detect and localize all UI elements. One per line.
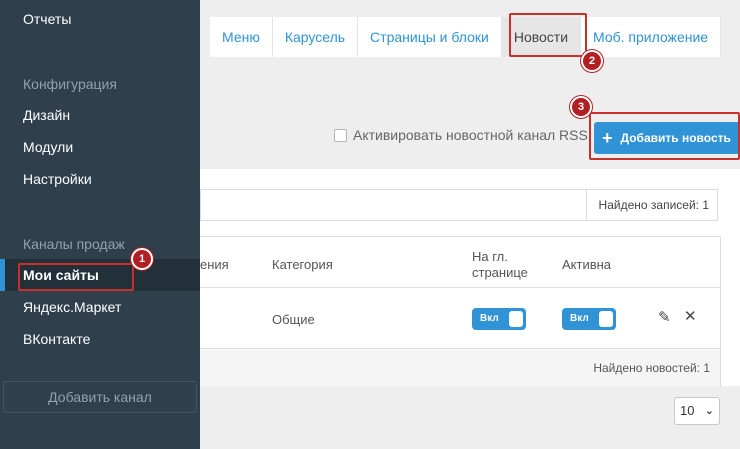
per-page-select[interactable]: 10 ⌄ bbox=[674, 397, 720, 425]
column-header-on-main-line1: На гл. bbox=[472, 249, 508, 264]
step-badge-2: 2 bbox=[581, 50, 603, 72]
column-header-date: ения bbox=[200, 257, 229, 272]
sidebar: Отчеты Конфигурация Дизайн Модули Настро… bbox=[0, 0, 200, 449]
step-badge-1: 1 bbox=[131, 248, 153, 270]
tab-news[interactable]: Новости bbox=[501, 17, 582, 57]
sidebar-item-vkontakte[interactable]: ВКонтакте bbox=[0, 323, 200, 355]
table-header: ения Категория На гл. странице Активна bbox=[200, 237, 720, 288]
table-row[interactable]: Общие Вкл Вкл ✎ ✕ bbox=[200, 288, 720, 349]
tab-menu[interactable]: Меню bbox=[210, 17, 273, 57]
column-header-category: Категория bbox=[272, 257, 333, 272]
column-header-active: Активна bbox=[562, 257, 612, 272]
search-filter-bar: Найдено записей: 1 bbox=[200, 189, 718, 221]
sidebar-item-yandex-market[interactable]: Яндекс.Маркет bbox=[0, 291, 200, 323]
per-page-value: 10 bbox=[680, 403, 695, 418]
sidebar-item-my-sites[interactable]: Мои сайты bbox=[0, 259, 200, 291]
toggle-on-main-page[interactable]: Вкл bbox=[472, 308, 526, 330]
tab-pages-blocks[interactable]: Страницы и блоки bbox=[358, 17, 502, 57]
sidebar-section-configuration: Конфигурация bbox=[23, 76, 117, 92]
found-news-count: Найдено новостей: 1 bbox=[593, 361, 710, 375]
toggle-label: Вкл bbox=[480, 313, 499, 324]
table-footer: Найдено новостей: 1 bbox=[200, 350, 720, 387]
row-category: Общие bbox=[272, 312, 315, 327]
add-channel-button[interactable]: Добавить канал bbox=[3, 381, 197, 413]
news-table: ения Категория На гл. странице Активна О… bbox=[200, 236, 721, 387]
toggle-active[interactable]: Вкл bbox=[562, 308, 616, 330]
chevron-down-icon: ⌄ bbox=[704, 405, 714, 417]
tab-bar: Меню Карусель Страницы и блоки Новости М… bbox=[210, 17, 722, 57]
sidebar-item-modules[interactable]: Модули bbox=[0, 131, 200, 163]
close-icon[interactable]: ✕ bbox=[684, 307, 697, 325]
rss-checkbox[interactable] bbox=[334, 128, 347, 142]
tab-mobile-app[interactable]: Моб. приложение bbox=[581, 17, 722, 57]
found-records-count: Найдено записей: 1 bbox=[585, 190, 717, 220]
tab-carousel[interactable]: Карусель bbox=[272, 17, 359, 57]
step-badge-3: 3 bbox=[570, 96, 592, 118]
sidebar-section-sales-channels: Каналы продаж bbox=[23, 236, 125, 252]
sidebar-item-design[interactable]: Дизайн bbox=[0, 99, 200, 131]
rss-label: Активировать новостной канал RSS bbox=[353, 127, 588, 143]
plus-icon: + bbox=[602, 128, 613, 148]
toggle-knob bbox=[509, 311, 523, 327]
pencil-icon[interactable]: ✎ bbox=[658, 308, 671, 326]
rss-toggle[interactable]: Активировать новостной канал RSS bbox=[334, 127, 588, 143]
column-header-on-main-line2: странице bbox=[472, 265, 528, 280]
sidebar-item-settings[interactable]: Настройки bbox=[0, 163, 200, 195]
sidebar-item-reports[interactable]: Отчеты bbox=[0, 3, 200, 35]
toggle-knob bbox=[599, 311, 613, 327]
add-news-label: Добавить новость bbox=[620, 131, 731, 145]
add-news-button[interactable]: + Добавить новость bbox=[594, 122, 740, 154]
toggle-label: Вкл bbox=[570, 313, 589, 324]
